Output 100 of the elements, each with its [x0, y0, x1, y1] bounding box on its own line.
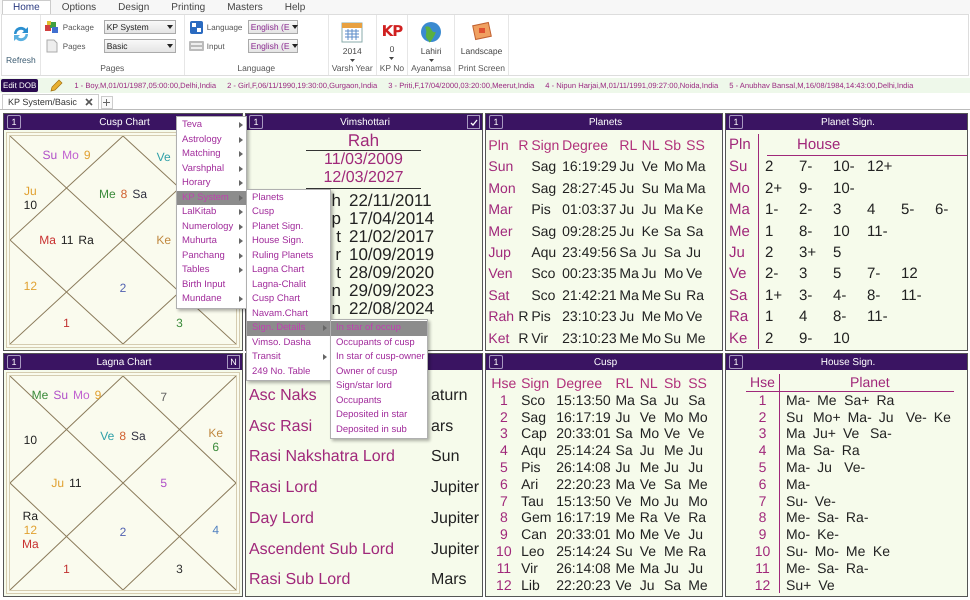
- table-cell-text: 5: [833, 264, 842, 284]
- menu-item[interactable]: Vimso. Dasha: [247, 336, 330, 350]
- table-cell: Ke-: [817, 526, 839, 543]
- menu-item[interactable]: Navam.Chart: [247, 306, 330, 321]
- menu-item[interactable]: Cusp: [247, 205, 330, 220]
- antardasha-lord: h: [332, 192, 341, 210]
- dropdown[interactable]: English (E: [248, 39, 298, 53]
- ribbon-button[interactable]: 2014: [341, 17, 364, 63]
- menu-item[interactable]: Planet Sign.: [247, 220, 330, 234]
- menu-item[interactable]: Ruling Planets: [247, 248, 330, 263]
- table-cell: Ju: [688, 526, 703, 542]
- table-cell: Sa: [615, 442, 633, 458]
- menu-item[interactable]: Occupants: [331, 394, 427, 408]
- menu-item[interactable]: Tables: [177, 263, 246, 278]
- panel-number-button[interactable]: 1: [729, 115, 743, 129]
- menu-item[interactable]: 249 No. Table: [247, 364, 330, 379]
- table-cell-text: 10: [833, 328, 851, 349]
- menu-item[interactable]: Lagna-Chalit: [247, 278, 330, 292]
- table-cell: Ma: [640, 560, 660, 576]
- table-cell: Me: [664, 442, 684, 458]
- close-icon[interactable]: [84, 98, 93, 106]
- ribbon-button[interactable]: Lahiri: [420, 17, 442, 63]
- panel-title: House Sign.: [820, 356, 876, 368]
- menu-item[interactable]: Varshphal: [177, 162, 246, 176]
- panel-title: Lagna Chart: [96, 356, 152, 368]
- table-cell: Ju: [664, 560, 679, 576]
- table-cell-text: 2-: [799, 200, 814, 220]
- corner-button[interactable]: N: [227, 355, 240, 369]
- group-label: Print Screen: [458, 63, 505, 74]
- table-cell-text: Ju: [878, 408, 895, 426]
- menu-item[interactable]: Muhurta: [177, 234, 246, 248]
- group-label: Varsh Year: [332, 63, 373, 74]
- table-cell: Aqu: [531, 244, 556, 260]
- menu-item[interactable]: Matching: [177, 147, 246, 162]
- house-number: 10: [746, 542, 780, 560]
- house-number: 9: [500, 526, 508, 542]
- table-cell: Ju: [640, 442, 655, 458]
- table-cell: Me: [688, 476, 708, 492]
- menu-item[interactable]: Occupants of cusp: [331, 336, 427, 350]
- table-cell: Sa+: [844, 392, 870, 409]
- menu-item[interactable]: Cusp Chart: [247, 292, 330, 306]
- menu-item[interactable]: Teva: [177, 118, 246, 132]
- dropdown[interactable]: KP System: [104, 20, 176, 34]
- document-tab[interactable]: KP System/Basic: [2, 94, 99, 109]
- ribbon-tab[interactable]: Design: [107, 0, 160, 14]
- table-cell-text: Ve: [818, 576, 836, 594]
- panel-number-button[interactable]: 1: [7, 115, 21, 129]
- table-cell: Sa: [686, 222, 704, 239]
- menu-item[interactable]: Horary: [177, 176, 246, 190]
- table-cell: Mo: [642, 330, 662, 346]
- menu-item[interactable]: Birth Input: [177, 278, 246, 292]
- menu-item[interactable]: Transit: [247, 350, 330, 364]
- panel-number-button[interactable]: 1: [7, 355, 21, 369]
- table-cell: 21:42:21: [562, 286, 617, 303]
- table-cell: Sa: [688, 392, 706, 408]
- table-cell: 23:10:23: [562, 330, 617, 346]
- menu-item[interactable]: Mundane: [177, 292, 246, 306]
- table-cell: Aqu: [521, 442, 546, 458]
- menu-item[interactable]: Planets: [247, 190, 330, 205]
- menu-item[interactable]: In star of cusp-owner: [331, 350, 427, 364]
- ribbon-tab[interactable]: Printing: [160, 0, 216, 14]
- group-label: Pages: [100, 63, 124, 74]
- add-tab-button[interactable]: [100, 96, 113, 109]
- menu-item[interactable]: Panchang: [177, 248, 246, 263]
- ribbon-button[interactable]: Landscape: [460, 17, 502, 63]
- tab-label[interactable]: KP System/Basic: [8, 97, 77, 107]
- panel-number-button[interactable]: 1: [249, 115, 263, 129]
- refresh-button[interactable]: Refresh: [6, 17, 36, 65]
- menu-item[interactable]: Astrology: [177, 132, 246, 147]
- menu-item[interactable]: Sign/star lord: [331, 379, 427, 394]
- panel-number-button[interactable]: 1: [489, 115, 503, 129]
- edit-dob-button[interactable]: Edit DOB: [1, 79, 38, 92]
- table-cell-text: 1: [765, 222, 774, 242]
- table-cell: Ra: [686, 286, 704, 303]
- table-cell-text: Su: [786, 408, 804, 426]
- menu-item[interactable]: LalKitab: [177, 205, 246, 220]
- menu-item[interactable]: Deposited in sub: [331, 422, 427, 437]
- ribbon-tab[interactable]: Help: [274, 0, 316, 14]
- dropdown[interactable]: Basic: [104, 39, 176, 53]
- ribbon-button[interactable]: KP 0: [382, 17, 402, 63]
- menu-item[interactable]: House Sign.: [247, 234, 330, 248]
- ribbon-tab[interactable]: Home: [2, 0, 51, 14]
- menu-item[interactable]: Lagna Chart: [247, 263, 330, 278]
- chart-label: Me: [32, 388, 48, 402]
- dropdown[interactable]: English (E: [248, 20, 298, 34]
- table-cell: Sco: [531, 265, 556, 282]
- menu-item[interactable]: Numerology: [177, 220, 246, 234]
- table-cell: Ju: [615, 408, 630, 425]
- menu-item[interactable]: Deposited in star: [331, 408, 427, 422]
- panel-title: Planet Sign.: [821, 116, 875, 128]
- check-button[interactable]: [467, 115, 480, 129]
- ribbon-tab[interactable]: Masters: [216, 0, 274, 14]
- planet-name: Ket: [488, 330, 510, 346]
- chart-label: Ma: [39, 233, 56, 247]
- menu-item[interactable]: Owner of cusp: [331, 364, 427, 379]
- ribbon-tab[interactable]: Options: [50, 0, 108, 14]
- panel-number-button[interactable]: 1: [489, 355, 503, 369]
- field-label: Package: [62, 22, 95, 32]
- table-cell: Sa: [664, 576, 682, 593]
- panel-number-button[interactable]: 1: [729, 355, 743, 369]
